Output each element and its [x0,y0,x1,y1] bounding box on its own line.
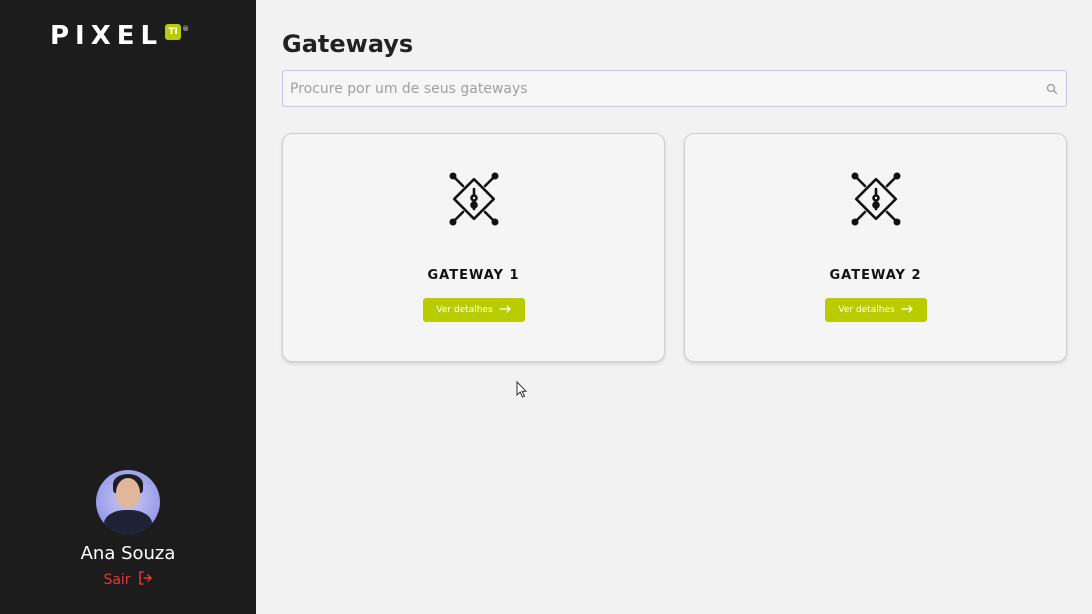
search-input[interactable] [283,71,1042,106]
logout-button[interactable]: Sair [103,570,152,590]
arrow-right-icon [901,304,913,316]
logout-label: Sair [103,572,131,588]
search-icon[interactable] [1042,79,1062,99]
logo-text: PIXEL [50,21,164,51]
gateway-card: GATEWAY 1 Ver detalhes [282,133,665,362]
view-details-button[interactable]: Ver detalhes [422,298,525,322]
brand-logo[interactable]: PIXEL TI ® [50,22,189,50]
gateway-name: GATEWAY 2 [829,268,922,283]
user-name: Ana Souza [80,543,176,564]
view-details-button[interactable]: Ver detalhes [824,298,927,322]
gateway-card: GATEWAY 2 Ver detalhes [684,133,1067,362]
gateway-chip-icon [847,170,905,228]
arrow-right-icon [499,304,511,316]
mouse-cursor-icon [516,380,528,399]
sidebar: PIXEL TI ® Ana Souza Sair [0,0,256,614]
logout-icon [137,570,153,590]
logo-registered-mark: ® [182,25,190,33]
logo-badge: TI [165,24,182,40]
gateway-name: GATEWAY 1 [427,268,520,283]
user-profile: Ana Souza Sair [0,470,256,590]
main-content: Gateways GATEWAY 1 Ver [256,0,1092,614]
avatar[interactable] [96,470,160,534]
page-title: Gateways [282,30,414,58]
view-details-label: Ver detalhes [436,305,493,315]
search-bar [282,70,1067,107]
gateway-chip-icon [445,170,503,228]
view-details-label: Ver detalhes [838,305,895,315]
